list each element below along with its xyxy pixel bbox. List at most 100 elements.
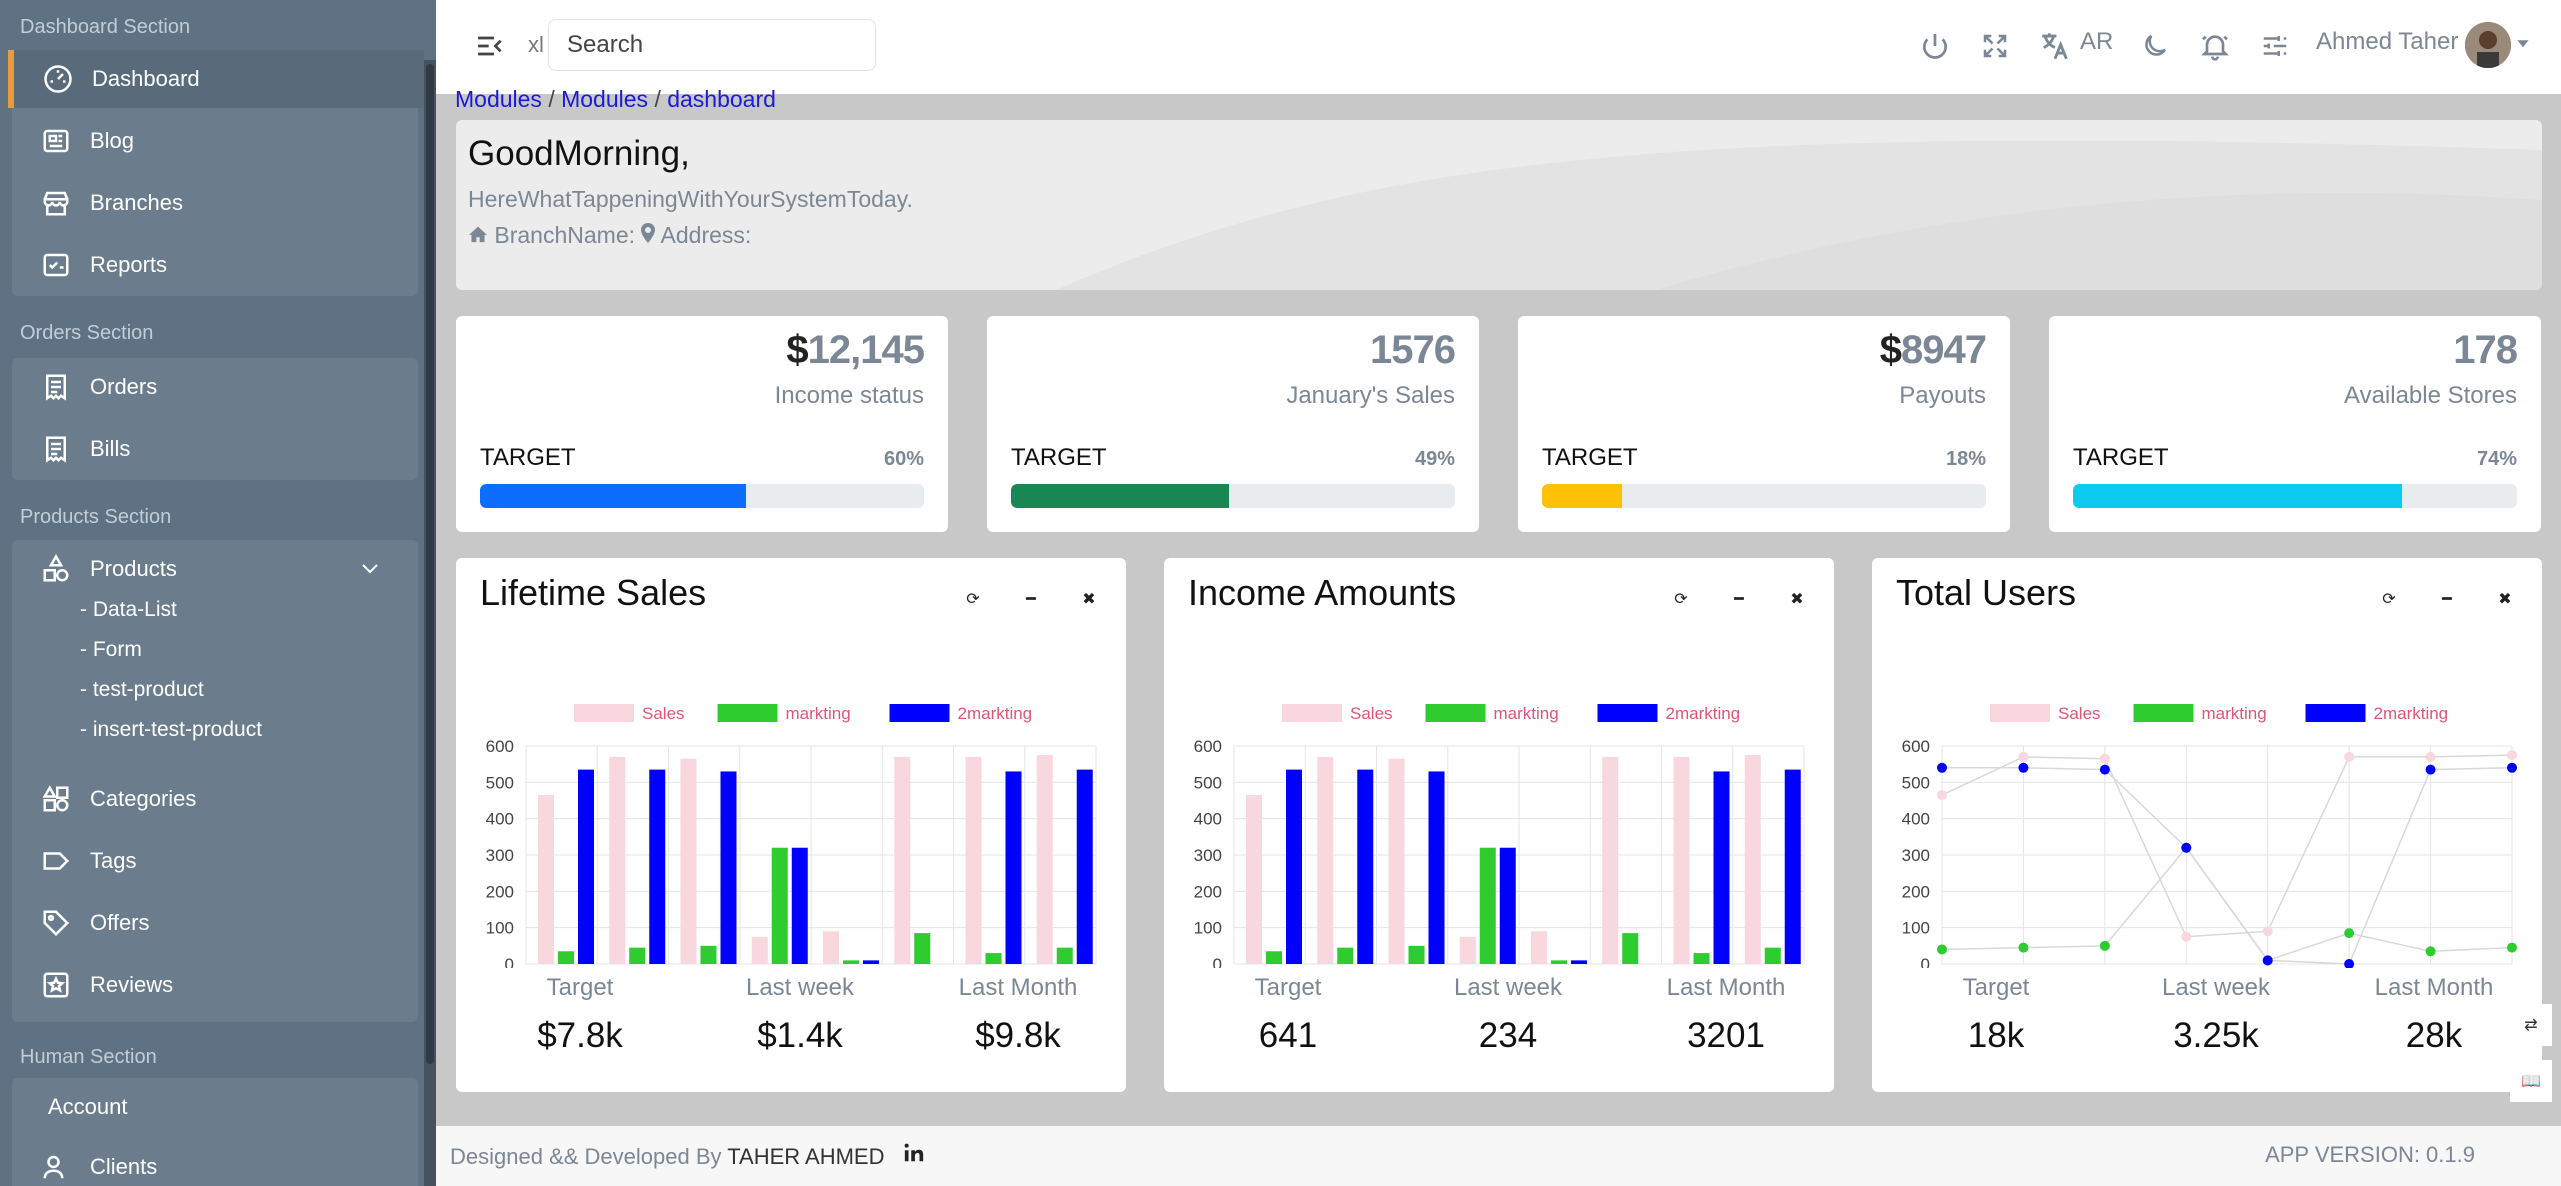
bar [894, 756, 911, 964]
bar [1357, 769, 1374, 964]
sidebar-item-branches[interactable]: Branches [12, 174, 418, 232]
kpi-last-week: Last week 3.25k [2161, 974, 2271, 1055]
section-title-dashboard: Dashboard Section [20, 16, 191, 38]
breadcrumb-link-modules[interactable]: Modules [455, 86, 542, 112]
breadcrumb-link-dashboard[interactable]: dashboard [667, 86, 776, 112]
sidebar-subitem-insert-test-product[interactable]: - insert-test-product [80, 718, 262, 742]
data-point [2018, 762, 2029, 773]
bar [1056, 947, 1073, 964]
data-point [2099, 940, 2110, 951]
breadcrumb-link-modules-2[interactable]: Modules [561, 86, 648, 112]
moon-icon[interactable] [2133, 24, 2177, 68]
y-tick-label: 500 [1902, 773, 1930, 792]
bar [1784, 769, 1801, 964]
bar [558, 951, 574, 964]
sidebar-subitem-form[interactable]: - Form [80, 638, 142, 662]
sidebar-item-label: Account [48, 1094, 128, 1119]
stat-label: January's Sales [1286, 382, 1455, 409]
chevron-down-icon[interactable] [358, 556, 382, 586]
sidebar-item-products[interactable]: Products [12, 540, 418, 598]
bar [1602, 756, 1619, 964]
footer: Designed && Developed By TAHER AHMED APP… [436, 1126, 2561, 1186]
y-tick-label: 0 [505, 955, 514, 968]
book-icon[interactable]: 📖 [2510, 1060, 2552, 1102]
bar [1713, 771, 1730, 964]
sidebar-subitem-test-product[interactable]: - test-product [80, 678, 204, 702]
data-point [2344, 928, 2355, 939]
caret-down-icon[interactable] [2516, 36, 2530, 55]
search-input[interactable] [548, 19, 876, 71]
minimize-icon[interactable]: ━ [2430, 582, 2464, 616]
sidebar-item-reports[interactable]: Reports [12, 236, 418, 294]
bar [1388, 758, 1405, 964]
y-tick-label: 0 [1213, 955, 1222, 968]
sidebar-item-reviews[interactable]: Reviews [12, 956, 418, 1014]
section-title-human: Human Section [20, 1046, 157, 1068]
sidebar-item-account[interactable]: Account [12, 1078, 418, 1136]
sidebar-item-dashboard[interactable]: Dashboard [8, 50, 424, 108]
power-icon[interactable] [1913, 24, 1957, 68]
user-name[interactable]: Ahmed Taher [2316, 28, 2458, 56]
gauge-icon [40, 61, 76, 97]
branch-info: BranchName: Address: [468, 222, 751, 249]
translate-icon[interactable] [2033, 24, 2077, 68]
minimize-icon[interactable]: ━ [1722, 582, 1756, 616]
close-icon[interactable]: ✖ [1780, 582, 1814, 616]
settings-sliders-icon[interactable] [2253, 24, 2297, 68]
language-label[interactable]: AR [2080, 28, 2113, 56]
shapes-icon [38, 551, 74, 587]
linkedin-icon[interactable] [903, 1143, 925, 1169]
receipt-icon [38, 369, 74, 405]
bar [1036, 755, 1053, 964]
kpi-target: Target 18k [1962, 974, 2030, 1055]
avatar[interactable] [2465, 22, 2511, 68]
data-point [2262, 955, 2273, 966]
target-label: TARGET [1542, 444, 1638, 471]
swap-icon[interactable]: ⇄ [2510, 1004, 2552, 1046]
stat-card-stores: 178 Available Stores TARGET 74% [2049, 316, 2541, 532]
sidebar-item-categories[interactable]: Categories [12, 770, 418, 828]
data-point [1937, 944, 1947, 955]
bar [538, 795, 554, 964]
sidebar-item-label: Clients [90, 1154, 158, 1179]
legend-label: Sales [2058, 704, 2101, 723]
greeting-title: GoodMorning, [468, 134, 690, 173]
progress-bar [1011, 484, 1455, 508]
bar [1764, 947, 1781, 964]
sidebar-item-orders[interactable]: Orders [12, 358, 418, 416]
fullscreen-icon[interactable] [1973, 24, 2017, 68]
y-tick-label: 200 [486, 882, 514, 901]
bar [1531, 931, 1547, 964]
y-tick-label: 200 [1194, 882, 1222, 901]
checklist-icon [38, 247, 74, 283]
menu-collapse-icon[interactable] [468, 24, 512, 68]
branch-name-label: BranchName: [494, 222, 636, 248]
legend-label: markting [786, 704, 851, 723]
sidebar-item-tags[interactable]: Tags [12, 832, 418, 890]
sidebar-item-blog[interactable]: Blog [12, 112, 418, 170]
data-point [2181, 931, 2192, 942]
stat-value: $12,145 [786, 328, 925, 372]
sidebar-subitem-data-list[interactable]: - Data-List [80, 598, 177, 622]
bar [843, 960, 859, 964]
legend-swatch [2133, 704, 2194, 722]
chart-income-amounts: Sales markting 2markting 0 100 200 300 400 500 60… [1194, 704, 1805, 968]
sidebar-scrollbar[interactable] [424, 60, 436, 1186]
close-icon[interactable]: ✖ [1072, 582, 1106, 616]
legend-label: 2markting [958, 704, 1033, 723]
refresh-icon[interactable]: ⟳ [1664, 582, 1698, 616]
close-icon[interactable]: ✖ [2488, 582, 2522, 616]
refresh-icon[interactable]: ⟳ [2372, 582, 2406, 616]
bar [1286, 769, 1302, 964]
sidebar-item-label: Bills [90, 436, 131, 461]
bar [1459, 936, 1476, 964]
store-icon [38, 185, 74, 221]
sidebar-item-offers[interactable]: Offers [12, 894, 418, 952]
sidebar-item-clients[interactable]: Clients [12, 1138, 418, 1186]
minimize-icon[interactable]: ━ [1014, 582, 1048, 616]
refresh-icon[interactable]: ⟳ [956, 582, 990, 616]
sidebar-item-bills[interactable]: Bills [12, 420, 418, 478]
y-tick-label: 100 [486, 919, 514, 938]
bell-icon[interactable] [2193, 24, 2237, 68]
tag-icon [38, 843, 74, 879]
